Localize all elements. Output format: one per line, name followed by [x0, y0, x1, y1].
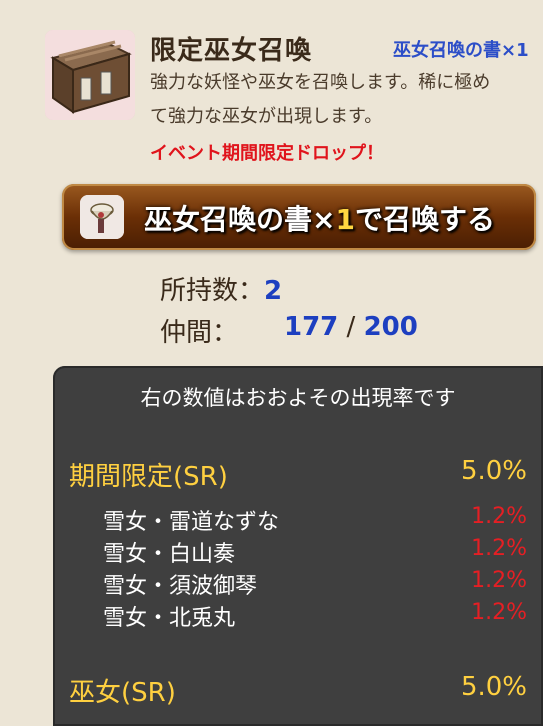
owned-count-row: 所持数：2 — [160, 270, 282, 307]
event-limited-notice: イベント期間限定ドロップ！ — [150, 143, 384, 164]
description-line-2: て強力な巫女が出現します。 — [150, 106, 383, 127]
description-line-1: 強力な妖怪や巫女を召喚します。稀に極め — [150, 72, 491, 93]
party-count-separator: / — [346, 312, 356, 342]
owned-count-label: 所持数： — [160, 276, 265, 306]
rate-member-value: 1.2% — [471, 568, 527, 593]
rate-member-name: 雪女・北兎丸 — [103, 606, 236, 631]
summon-button-label: 巫女召喚の書×1で召喚する — [144, 198, 495, 238]
summon-label-suffix: で召喚する — [354, 203, 495, 236]
rate-member-value: 1.2% — [471, 504, 527, 529]
rate-member-name: 雪女・白山奏 — [103, 542, 236, 567]
rates-panel: 右の数値はおおよその出現率です 期間限定(SR) 5.0% 雪女・雷道なずな 1… — [53, 366, 543, 726]
rate-group-value: 5.0% — [460, 456, 527, 486]
rate-group-label: 巫女(SR) — [69, 678, 176, 708]
rate-group-value: 5.0% — [460, 672, 527, 702]
scroll-box-icon — [45, 30, 135, 120]
rate-group-label: 期間限定(SR) — [69, 462, 228, 492]
rate-member-name: 雪女・須波御琴 — [103, 574, 258, 599]
summon-button[interactable]: 巫女召喚の書×1で召喚する — [62, 184, 536, 250]
party-count-values: 177 / 200 — [284, 312, 418, 342]
party-count-row: 仲間： — [160, 312, 238, 349]
page-title: 限定巫女召喚 — [150, 36, 313, 66]
required-item-label: 巫女召喚の書×1 — [393, 40, 529, 61]
summon-label-prefix: 巫女召喚の書× — [144, 203, 336, 236]
scroll-summon-icon — [80, 195, 124, 239]
rate-member-name: 雪女・雷道なずな — [103, 510, 280, 535]
summon-description: 強力な妖怪や巫女を召喚します。稀に極め て強力な巫女が出現します。 — [150, 66, 543, 134]
rate-member-value: 1.2% — [471, 600, 527, 625]
rates-panel-title: 右の数値はおおよその出現率です — [140, 386, 456, 410]
rate-member-value: 1.2% — [471, 536, 527, 561]
summon-header: 限定巫女召喚 巫女召喚の書×1 強力な妖怪や巫女を召喚します。稀に極め て強力な… — [0, 0, 543, 170]
owned-count-value: 2 — [264, 276, 283, 306]
summon-quantity: 1 — [335, 203, 355, 236]
party-count-current: 177 — [284, 312, 339, 342]
party-count-label: 仲間： — [160, 318, 239, 348]
party-count-max: 200 — [363, 312, 418, 342]
